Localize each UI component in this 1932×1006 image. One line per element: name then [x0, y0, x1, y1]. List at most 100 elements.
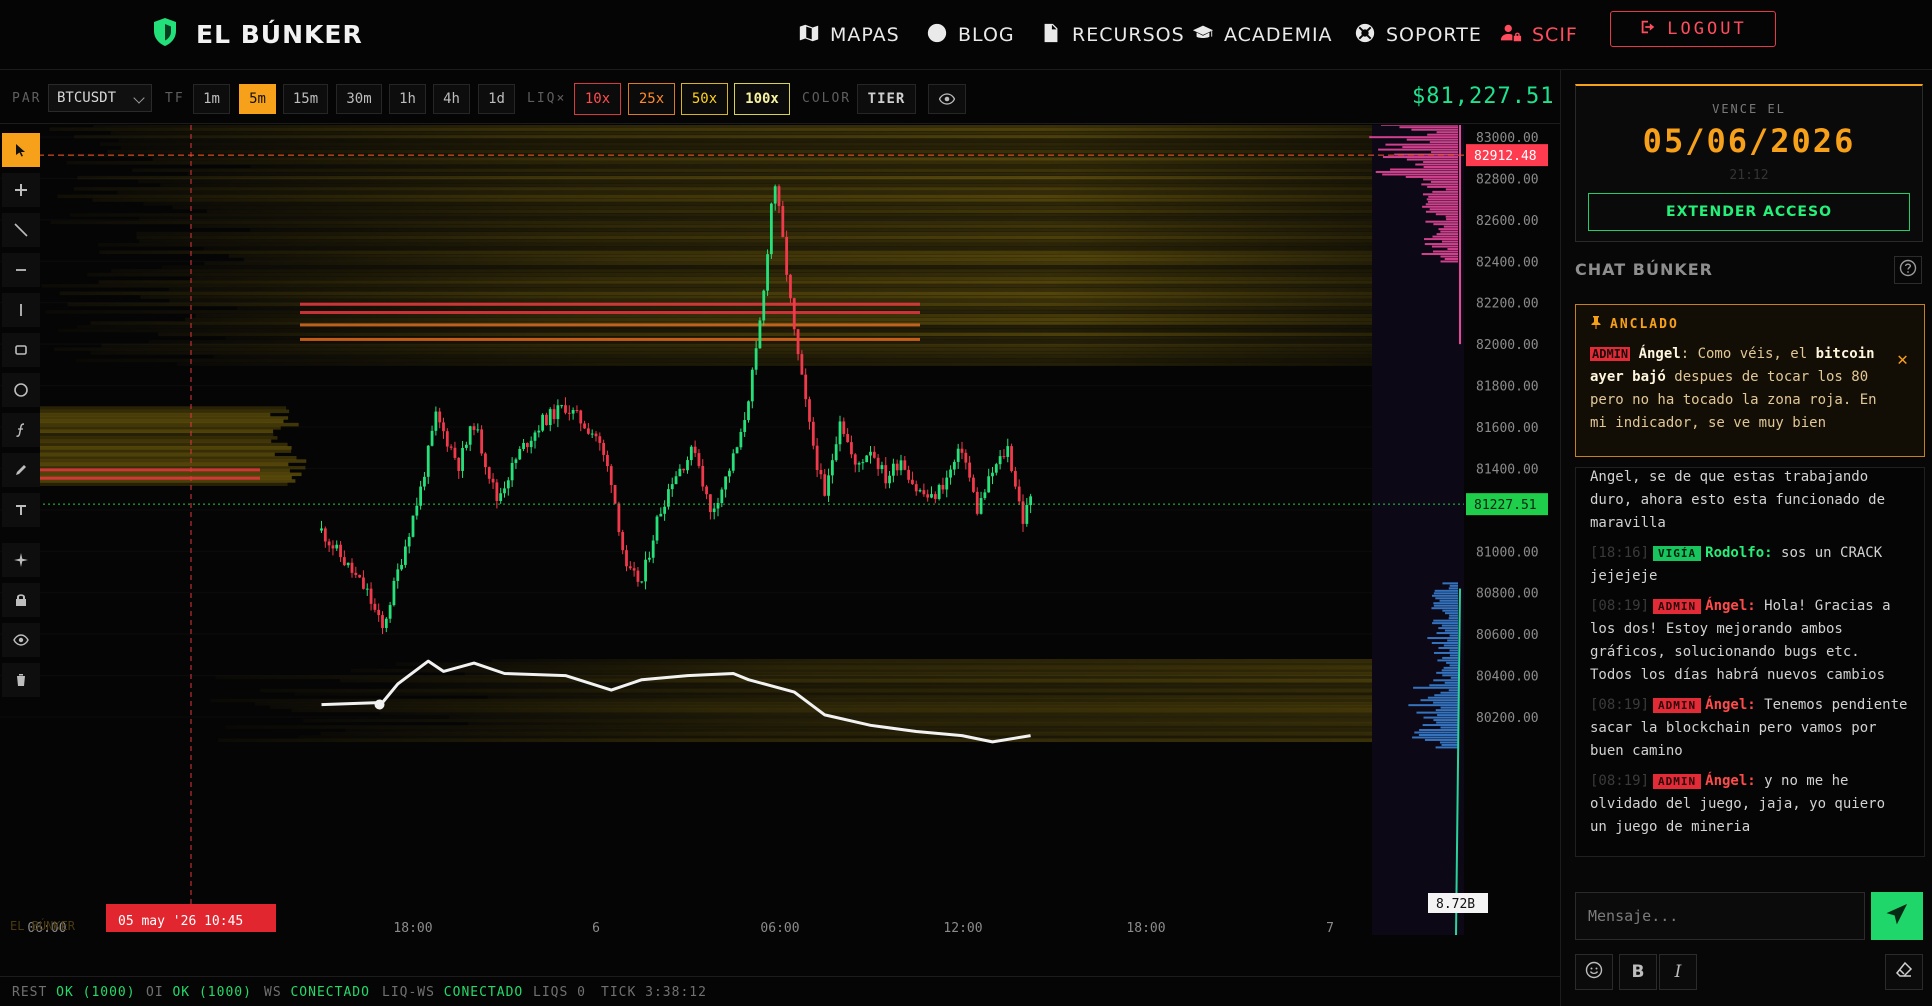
circle-tool[interactable] — [2, 373, 40, 407]
liquidity-band — [111, 269, 1373, 273]
fib-tool[interactable] — [2, 413, 40, 447]
rectangle-tool[interactable] — [2, 333, 40, 367]
trendline-tool[interactable] — [2, 213, 40, 247]
message-author[interactable]: Ángel: — [1705, 697, 1756, 713]
liquidity-band — [491, 659, 1372, 663]
liq-10x-toggle[interactable]: 10x — [574, 83, 621, 115]
nav-scif[interactable]: SCIF — [1500, 22, 1578, 48]
profile-bar-bid — [1438, 646, 1458, 649]
status-ws-value: CONECTADO — [290, 985, 370, 1000]
candle-body — [625, 550, 628, 567]
price-tick-label: 81000.00 — [1476, 545, 1539, 560]
candle-body — [949, 469, 952, 478]
candle-body — [594, 433, 598, 437]
candle-body — [720, 489, 724, 504]
message-author[interactable]: Rodolfo: — [1705, 545, 1772, 561]
liquidity-band — [487, 695, 1372, 699]
profile-bar-ask — [1424, 238, 1458, 241]
profile-bar-bid — [1429, 684, 1458, 687]
liquidity-band — [40, 462, 289, 467]
candle-body — [613, 485, 617, 504]
lock-tool[interactable] — [2, 583, 40, 617]
chat-message: Angel, se de que estas trabajando duro, … — [1590, 468, 1910, 535]
profile-bar-ask — [1427, 133, 1458, 136]
logout-button[interactable]: LOGOUT — [1610, 11, 1776, 47]
nav-mapas[interactable]: MAPAS — [798, 22, 900, 48]
profile-bar-bid — [1448, 587, 1458, 590]
liquidity-band — [269, 705, 1372, 709]
candle-body — [636, 570, 640, 582]
candle-body — [952, 461, 956, 470]
bold-button[interactable]: B — [1619, 954, 1657, 990]
emoji-button[interactable] — [1575, 954, 1613, 990]
liquidity-band — [99, 142, 1372, 146]
message-author[interactable]: Ángel: — [1705, 598, 1756, 614]
close-icon[interactable]: ✕ — [1897, 349, 1908, 370]
chat-messages[interactable]: Angel, se de que estas trabajando duro, … — [1575, 467, 1925, 857]
candle-body — [792, 298, 796, 330]
tf-15m-button[interactable]: 15m — [283, 84, 328, 114]
candle-body — [918, 490, 922, 492]
magnet-tool[interactable] — [2, 543, 40, 577]
nav-soporte[interactable]: SOPORTE — [1354, 22, 1482, 48]
candle-body — [876, 457, 880, 470]
price-chart[interactable]: 83000.00 82800.00 82600.00 82400.00 82200.00… — [0, 125, 1560, 935]
brand[interactable]: EL BÚNKER — [152, 16, 363, 52]
nav-recursos[interactable]: RECURSOS — [1040, 22, 1185, 48]
liquidity-band — [40, 416, 289, 420]
nav-blog-label: BLOG — [958, 24, 1015, 46]
liq-100x-toggle[interactable]: 100x — [734, 83, 790, 115]
candle-body — [609, 466, 613, 486]
chart-area[interactable]: 83000.00 82800.00 82600.00 82400.00 82200.00… — [0, 125, 1560, 935]
nav-academia[interactable]: ACADEMIA — [1192, 22, 1333, 48]
tf-5m-button[interactable]: 5m — [239, 84, 276, 114]
profile-bar-bid — [1442, 609, 1458, 612]
time-tick-label: 12:00 — [943, 921, 982, 935]
clear-format-button[interactable] — [1885, 954, 1923, 990]
chat-help-button[interactable] — [1894, 256, 1922, 284]
liq-25x-toggle[interactable]: 25x — [628, 83, 675, 115]
message-input[interactable] — [1575, 892, 1865, 940]
candle-body — [552, 409, 556, 420]
crosshair-tool[interactable] — [2, 173, 40, 207]
horizontal-line-tool[interactable] — [2, 253, 40, 287]
visibility-button[interactable] — [928, 84, 966, 114]
rectangle-icon — [15, 345, 27, 355]
message-author[interactable]: Ángel: — [1705, 773, 1756, 789]
cursor-tool[interactable] — [2, 133, 40, 167]
candle-body — [701, 465, 705, 487]
profile-bar-ask — [1429, 141, 1458, 144]
candle-body — [960, 448, 964, 453]
liquidity-band — [40, 422, 299, 427]
role-badge: ADMIN — [1653, 698, 1702, 713]
tier-button[interactable]: TIER — [857, 84, 916, 114]
liquidity-band — [132, 168, 1372, 172]
hide-drawings-tool[interactable] — [2, 623, 40, 657]
profile-bar-ask — [1427, 200, 1458, 203]
liquidity-band — [160, 183, 1372, 187]
tf-30m-button[interactable]: 30m — [336, 84, 382, 114]
send-button[interactable] — [1871, 892, 1923, 940]
candle-body — [400, 564, 403, 570]
vertical-line-tool[interactable] — [2, 293, 40, 327]
candle-body — [453, 447, 457, 458]
delete-drawings-tool[interactable] — [2, 663, 40, 697]
time-tick-label: 18:00 — [1126, 921, 1165, 935]
profile-bar-ask — [1447, 248, 1458, 251]
liq-50x-toggle[interactable]: 50x — [681, 83, 728, 115]
italic-button[interactable]: I — [1659, 954, 1697, 990]
pair-select[interactable]: BTCUSDT — [48, 84, 152, 112]
tf-1h-button[interactable]: 1h — [389, 84, 426, 114]
extend-access-button[interactable]: EXTENDER ACCESO — [1588, 193, 1910, 231]
candle-body — [327, 541, 331, 546]
candle-body — [510, 462, 514, 481]
brush-tool[interactable] — [2, 453, 40, 487]
profile-bar-ask — [1438, 228, 1458, 231]
tf-4h-button[interactable]: 4h — [433, 84, 470, 114]
tf-1m-button[interactable]: 1m — [193, 84, 230, 114]
price-tick-label: 80800.00 — [1476, 587, 1539, 602]
text-tool[interactable] — [2, 493, 40, 527]
tf-1d-button[interactable]: 1d — [478, 84, 515, 114]
profile-bar-ask — [1442, 240, 1458, 243]
nav-blog[interactable]: BLOG — [926, 22, 1015, 48]
